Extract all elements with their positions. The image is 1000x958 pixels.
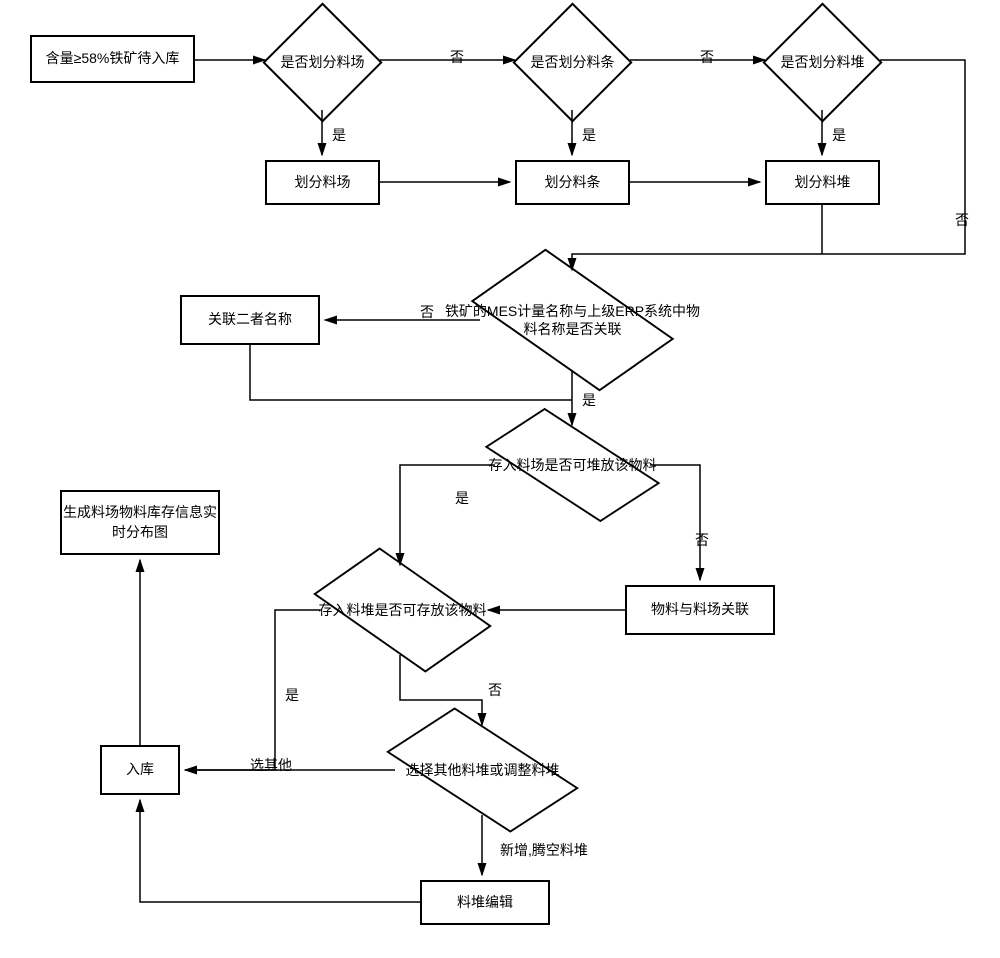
decision-choose-other: 选择其他料堆或调整料堆 bbox=[410, 730, 555, 810]
decision-choose-other-text: 选择其他料堆或调整料堆 bbox=[367, 761, 599, 779]
label-add-empty: 新增,腾空料堆 bbox=[500, 840, 588, 860]
decision-yard-can-store-text: 存入料场是否可堆放该物料 bbox=[458, 456, 688, 474]
label-no: 否 bbox=[700, 47, 714, 67]
decision-divide-strip: 是否划分料条 bbox=[530, 20, 615, 105]
decision-divide-pile-text: 是否划分料堆 bbox=[763, 53, 882, 71]
decision-yard-can-store: 存入料场是否可堆放该物料 bbox=[505, 430, 640, 500]
decision-pile-can-store: 存入料堆是否可存放该物料 bbox=[335, 570, 470, 650]
act-pile-edit: 料堆编辑 bbox=[420, 880, 550, 925]
start-label: 含量≥58%铁矿待入库 bbox=[30, 35, 195, 83]
label-yes: 是 bbox=[832, 125, 846, 145]
decision-divide-yard-text: 是否划分料场 bbox=[263, 53, 382, 71]
label-yes: 是 bbox=[455, 488, 469, 508]
decision-divide-pile: 是否划分料堆 bbox=[780, 20, 865, 105]
label-no: 否 bbox=[420, 302, 434, 322]
decision-pile-can-store-text: 存入料堆是否可存放该物料 bbox=[295, 601, 511, 619]
label-yes: 是 bbox=[332, 125, 346, 145]
decision-mes-erp: 铁矿的MES计量名称与上级ERP系统中物料名称是否关联 bbox=[495, 275, 650, 365]
act-report: 生成料场物料库存信息实时分布图 bbox=[60, 490, 220, 555]
decision-divide-strip-text: 是否划分料条 bbox=[513, 53, 632, 71]
act-associate-names: 关联二者名称 bbox=[180, 295, 320, 345]
label-yes: 是 bbox=[582, 125, 596, 145]
act-divide-pile: 划分料堆 bbox=[765, 160, 880, 205]
act-divide-strip: 划分料条 bbox=[515, 160, 630, 205]
label-no: 否 bbox=[695, 530, 709, 550]
label-no: 否 bbox=[955, 210, 969, 230]
label-choose-other: 选其他 bbox=[250, 755, 292, 775]
decision-divide-yard: 是否划分料场 bbox=[280, 20, 365, 105]
decision-mes-erp-text: 铁矿的MES计量名称与上级ERP系统中物料名称是否关联 bbox=[441, 302, 705, 338]
act-store: 入库 bbox=[100, 745, 180, 795]
label-no: 否 bbox=[488, 680, 502, 700]
act-divide-yard: 划分料场 bbox=[265, 160, 380, 205]
act-mat-yard-link: 物料与料场关联 bbox=[625, 585, 775, 635]
label-yes: 是 bbox=[582, 390, 596, 410]
label-yes: 是 bbox=[285, 685, 299, 705]
label-no: 否 bbox=[450, 47, 464, 67]
